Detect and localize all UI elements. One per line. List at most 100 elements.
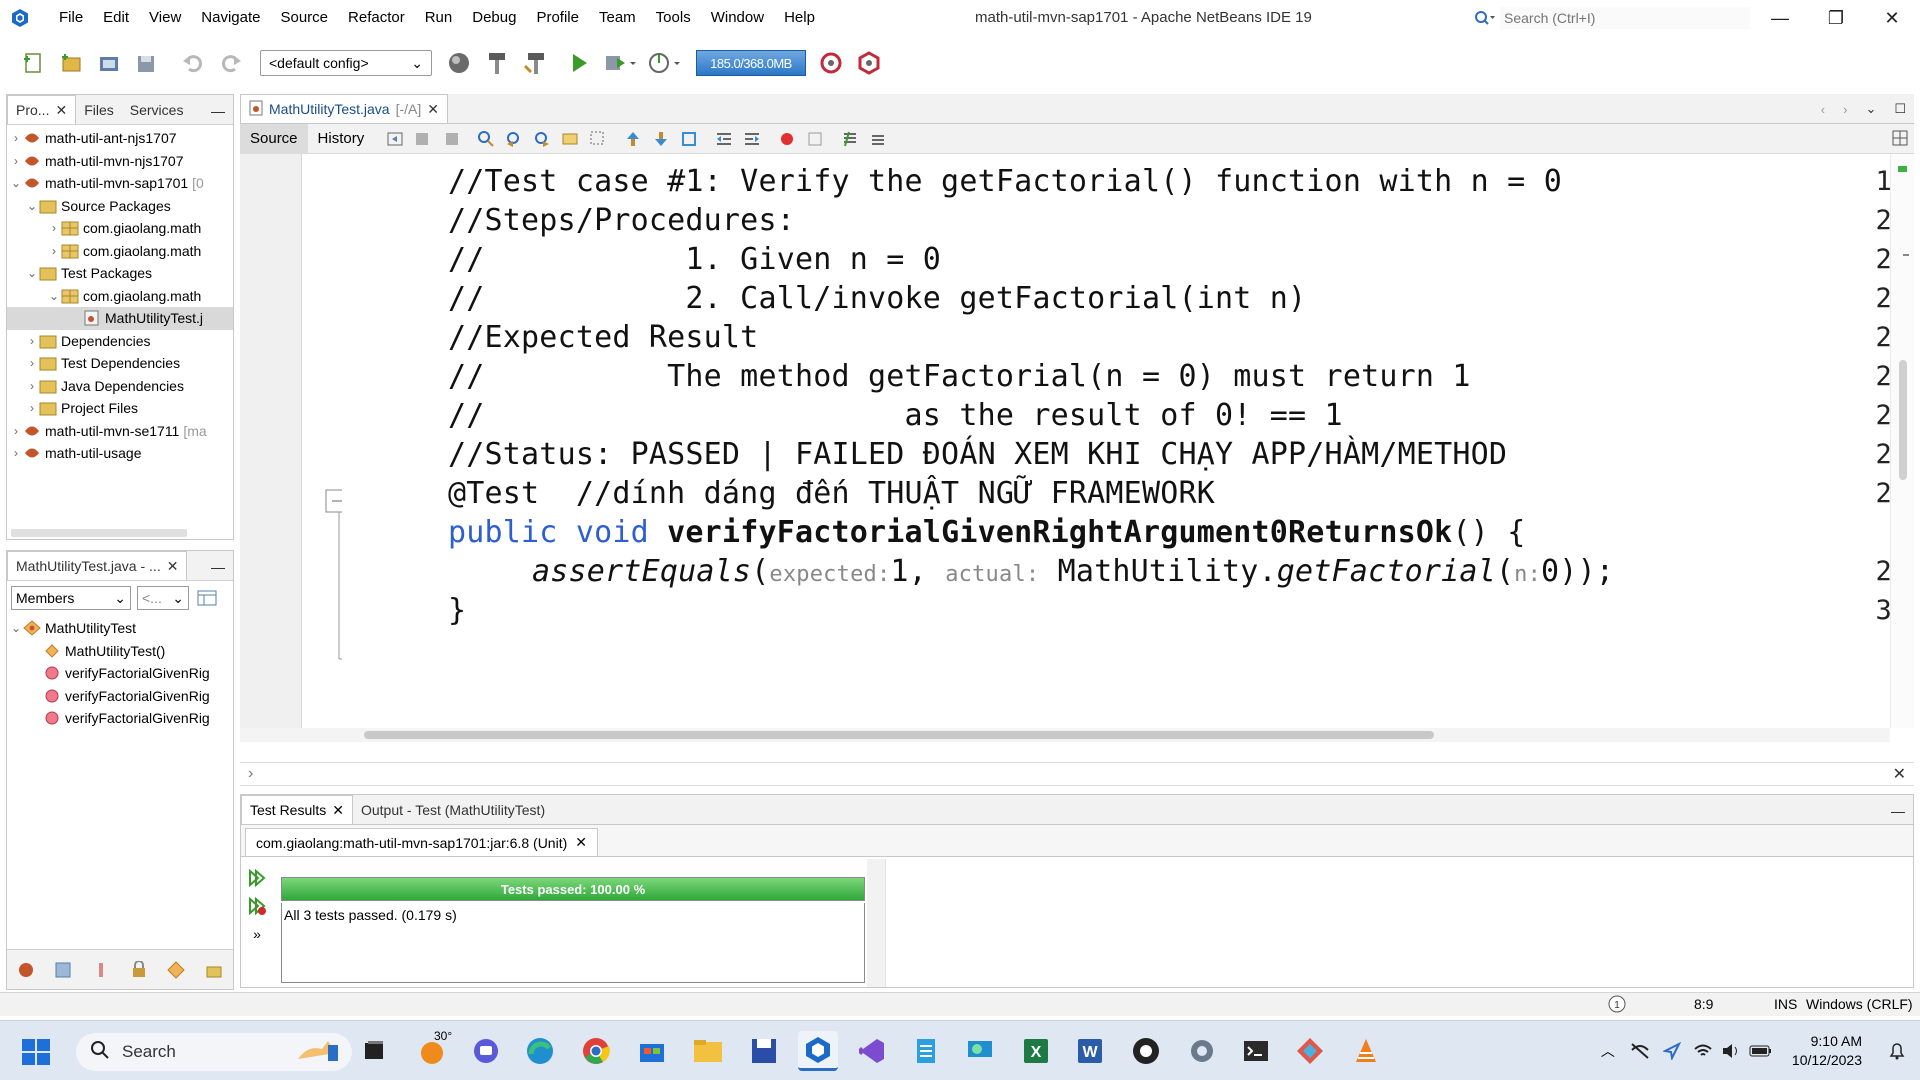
clean-build-icon[interactable]: [520, 48, 550, 78]
tree-item[interactable]: › math-util-ant-njs1707: [7, 127, 233, 150]
member-item[interactable]: verifyFactorialGivenRig: [7, 707, 233, 730]
menu-refactor[interactable]: Refactor: [338, 0, 415, 36]
code-line[interactable]: @Test //dính dáng đến THUẬT NGỮ FRAMEWOR…: [448, 476, 1215, 511]
tab-projects[interactable]: Pro... ✕: [7, 95, 77, 124]
new-file-icon[interactable]: [18, 48, 48, 78]
tab-source[interactable]: Source: [240, 123, 308, 154]
chevron-right-icon[interactable]: ›: [25, 401, 39, 415]
code-line[interactable]: // The method getFactorial(n = 0) must r…: [448, 359, 1471, 394]
vlc-icon[interactable]: [1346, 1031, 1386, 1071]
static-filter-icon[interactable]: [89, 958, 113, 982]
code-line[interactable]: //Test case #1: Verify the getFactorial(…: [448, 164, 1562, 199]
menu-tools[interactable]: Tools: [646, 0, 701, 36]
netbeans-taskbar-icon[interactable]: [798, 1031, 838, 1071]
tab-navigator[interactable]: MathUtilityTest.java - ... ✕: [7, 551, 188, 580]
minimize-panel-icon[interactable]: [1891, 801, 1905, 813]
find-next-icon[interactable]: [531, 128, 553, 150]
tree-item-selected[interactable]: MathUtilityTest.j: [7, 307, 233, 330]
code-line[interactable]: // 2. Call/invoke getFactorial(int n): [448, 281, 1306, 316]
memory-indicator[interactable]: 185.0/368.0MB: [696, 50, 806, 76]
chevron-right-icon[interactable]: ›: [25, 334, 39, 348]
code-line[interactable]: //Expected Result: [448, 320, 758, 355]
code-line[interactable]: //Steps/Procedures:: [448, 203, 795, 238]
gc-profiler-icon[interactable]: [816, 48, 846, 78]
menu-profile[interactable]: Profile: [526, 0, 589, 36]
chevron-right-icon[interactable]: ›: [1843, 102, 1847, 117]
code-line[interactable]: }: [448, 593, 466, 628]
menu-view[interactable]: View: [139, 0, 191, 36]
code-line[interactable]: //Status: PASSED | FAILED ĐOÁN XEM KHI C…: [448, 437, 1507, 472]
undo-icon[interactable]: [178, 48, 208, 78]
chevron-down-icon[interactable]: ⌄: [47, 289, 61, 303]
chevron-right-icon[interactable]: ›: [9, 424, 23, 438]
browser-globe-icon[interactable]: [444, 48, 474, 78]
tree-item[interactable]: ⌄ Source Packages: [7, 195, 233, 218]
task-view-icon[interactable]: [354, 1031, 394, 1071]
chevron-right-icon[interactable]: ›: [9, 131, 23, 145]
remote-desktop-icon[interactable]: [960, 1031, 1000, 1071]
member-item[interactable]: ⌄ MathUtilityTest: [7, 617, 233, 640]
menu-source[interactable]: Source: [270, 0, 338, 36]
debug-icon[interactable]: [602, 48, 638, 78]
code-line[interactable]: // as the result of 0! == 1: [448, 398, 1343, 433]
settings-gear-icon[interactable]: [1182, 1031, 1222, 1071]
forward-icon[interactable]: [440, 128, 462, 150]
wifi-icon[interactable]: [1688, 1042, 1718, 1060]
notifications-bell-icon[interactable]: [1882, 1041, 1912, 1061]
shift-right-icon[interactable]: [741, 128, 763, 150]
open-project-icon[interactable]: [94, 48, 124, 78]
find-previous-icon[interactable]: [503, 128, 525, 150]
save-all-icon[interactable]: [132, 48, 162, 78]
tab-files[interactable]: Files: [76, 95, 122, 124]
battery-icon[interactable]: [1744, 1043, 1778, 1059]
minimize-panel-icon[interactable]: [211, 557, 225, 569]
uncomment-icon[interactable]: [867, 128, 889, 150]
rectangular-selection-icon[interactable]: [587, 128, 609, 150]
git-tool-icon[interactable]: [1290, 1031, 1330, 1071]
code-line-assert[interactable]: assertEquals(expected:1, actual: MathUti…: [532, 554, 1614, 589]
close-icon[interactable]: ✕: [167, 558, 179, 575]
chevron-right-icon[interactable]: ›: [25, 379, 39, 393]
editor-horizontal-scrollbar[interactable]: [240, 728, 1890, 742]
tab-test-results[interactable]: Test Results ✕: [241, 795, 353, 824]
editor-tab-active[interactable]: MathUtilityTest.java [-/A] ✕: [240, 94, 448, 123]
chevron-up-icon[interactable]: ︿: [1592, 1041, 1624, 1061]
close-icon[interactable]: ✕: [1893, 764, 1906, 784]
file-explorer-icon[interactable]: [688, 1031, 728, 1071]
config-dropdown[interactable]: <default config> ⌄: [260, 50, 432, 76]
split-editor-icon[interactable]: [1892, 130, 1908, 150]
new-project-icon[interactable]: [56, 48, 86, 78]
notepad-icon[interactable]: [906, 1031, 946, 1071]
editor-vertical-scrollbar[interactable]: [1890, 154, 1914, 728]
start-macro-icon[interactable]: [776, 128, 798, 150]
test-session-tab[interactable]: com.giaolang:math-util-mvn-sap1701:jar:6…: [245, 828, 598, 856]
code-line-method-declaration[interactable]: public void verifyFactorialGivenRightArg…: [448, 515, 1525, 550]
tree-item[interactable]: › com.giaolang.math: [7, 240, 233, 263]
close-icon[interactable]: ✕: [332, 802, 344, 819]
network-off-icon[interactable]: [1624, 1042, 1656, 1060]
tree-item[interactable]: › math-util-mvn-se1711 [ma: [7, 420, 233, 443]
non-public-filter-icon[interactable]: [127, 958, 151, 982]
tree-item[interactable]: › Test Dependencies: [7, 352, 233, 375]
clock[interactable]: 9:10 AM 10/12/2023: [1792, 1032, 1862, 1070]
tab-services[interactable]: Services: [122, 95, 192, 124]
tab-output[interactable]: Output - Test (MathUtilityTest): [353, 795, 553, 824]
close-icon[interactable]: ✕: [427, 101, 439, 118]
scrollbar-thumb[interactable]: [1899, 360, 1907, 480]
member-item[interactable]: MathUtilityTest(): [7, 640, 233, 663]
excel-icon[interactable]: X: [1016, 1031, 1056, 1071]
menu-navigate[interactable]: Navigate: [191, 0, 270, 36]
menu-edit[interactable]: Edit: [93, 0, 139, 36]
search-input[interactable]: [1500, 7, 1750, 29]
store-icon[interactable]: [632, 1031, 672, 1071]
tree-item[interactable]: › Dependencies: [7, 330, 233, 353]
weather-widget-icon[interactable]: 30°: [414, 1029, 454, 1071]
chevron-right-icon[interactable]: ›: [25, 356, 39, 370]
filter-dropdown[interactable]: <... ⌄: [137, 586, 189, 610]
maximize-icon[interactable]: ☐: [1894, 101, 1906, 117]
chevron-down-icon[interactable]: ⌄: [25, 199, 39, 213]
taskbar-search[interactable]: Search: [76, 1033, 352, 1071]
view-toggle-icon[interactable]: [195, 587, 219, 609]
member-item[interactable]: verifyFactorialGivenRig: [7, 685, 233, 708]
back-icon[interactable]: [412, 128, 434, 150]
